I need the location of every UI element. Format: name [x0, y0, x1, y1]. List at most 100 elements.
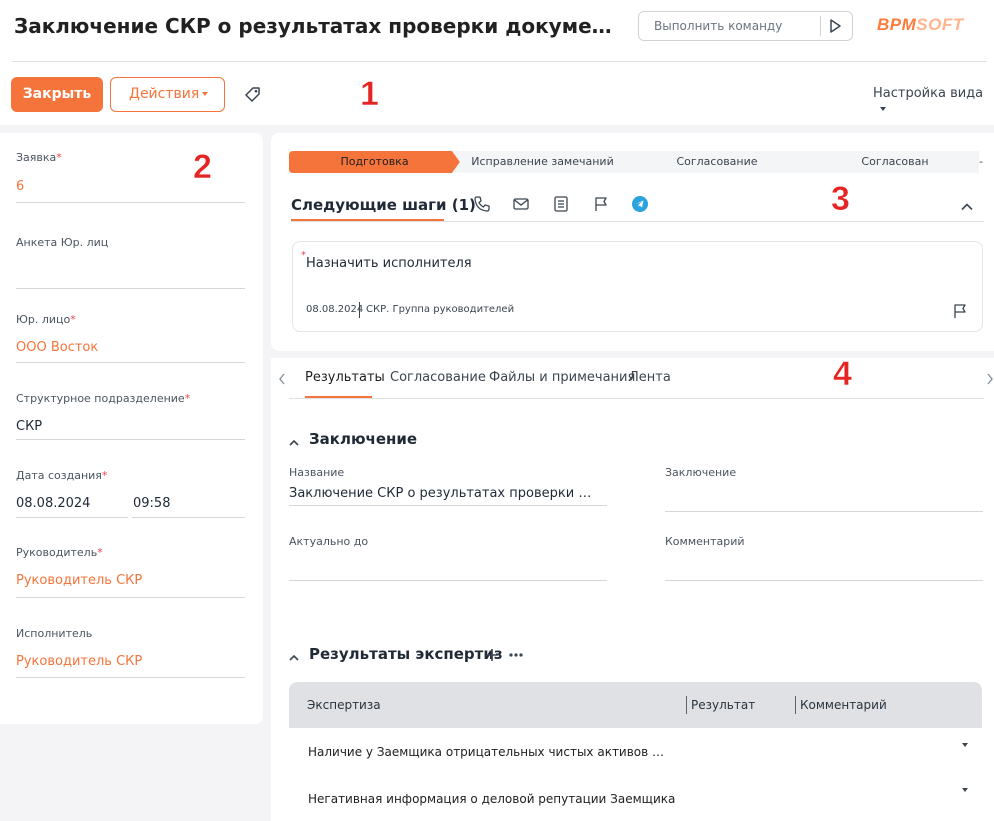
field-label: Анкета Юр. лиц — [16, 236, 109, 249]
date-underline — [16, 517, 128, 518]
chevron-down-icon[interactable] — [962, 743, 968, 747]
chevron-left-icon[interactable] — [277, 371, 287, 390]
actions-label: Действия — [129, 86, 200, 102]
field-conclusion[interactable]: Заключение — [665, 466, 983, 512]
header-divider — [12, 61, 987, 62]
telegram-icon[interactable] — [631, 195, 649, 217]
add-icon[interactable] — [485, 647, 499, 666]
main-content: Результаты Согласование Файлы и примечан… — [271, 358, 994, 821]
field-value[interactable]: Заключение СКР о результатах проверки до… — [289, 486, 594, 501]
field-value[interactable]: СКР — [16, 419, 42, 434]
chevron-up-icon[interactable] — [288, 648, 300, 667]
field-underline — [16, 677, 245, 678]
phone-icon[interactable] — [473, 195, 491, 217]
view-settings-button[interactable]: Настройка вида — [873, 86, 994, 116]
field-comment[interactable]: Комментарий — [665, 535, 983, 581]
chevron-down-icon — [202, 92, 208, 96]
time-value[interactable]: 09:58 — [133, 496, 170, 511]
field-legal-entity[interactable]: Юр. лицо* ООО Восток — [16, 313, 245, 363]
field-label: Заключение — [665, 466, 737, 479]
field-value[interactable]: Руководитель СКР — [16, 654, 142, 669]
tab-feed[interactable]: Лента — [629, 370, 671, 385]
field-underline — [665, 511, 983, 512]
field-label: Руководитель* — [16, 546, 103, 559]
field-value[interactable]: 6 — [16, 179, 24, 194]
annotation-marker-3: 3 — [831, 180, 850, 219]
stage-item[interactable]: Согласован — [805, 151, 985, 173]
chevron-right-icon[interactable] — [985, 371, 994, 390]
annotation-marker-2: 2 — [193, 148, 212, 187]
field-value[interactable]: ООО Восток — [16, 340, 98, 355]
tab-files[interactable]: Файлы и примечания — [489, 370, 635, 385]
table-header: Экспертиза Результат Комментарий — [289, 682, 982, 728]
task-date: 08.08.2024 — [306, 304, 364, 315]
field-label: Актуально до — [289, 535, 369, 548]
conclusion-section-title[interactable]: Заключение — [309, 430, 417, 448]
field-executor[interactable]: Исполнитель Руководитель СКР — [16, 627, 245, 678]
active-tab-underline — [305, 396, 372, 398]
field-underline — [16, 362, 245, 363]
command-placeholder: Выполнить команду — [654, 19, 783, 33]
task-list-icon[interactable] — [552, 195, 570, 217]
email-icon[interactable] — [512, 195, 530, 217]
date-value[interactable]: 08.08.2024 — [16, 496, 90, 511]
flag-icon[interactable] — [592, 195, 610, 217]
expertise-section-title[interactable]: Результаты экспертиз — [309, 645, 503, 663]
next-steps-title[interactable]: Следующие шаги (1) — [291, 196, 476, 214]
chevron-down-icon[interactable] — [962, 788, 968, 792]
field-manager[interactable]: Руководитель* Руководитель СКР — [16, 546, 245, 598]
field-value[interactable]: Руководитель СКР — [16, 573, 142, 588]
play-icon[interactable] — [828, 18, 842, 38]
time-underline — [132, 517, 245, 518]
field-department[interactable]: Структурное подразделение* СКР — [16, 392, 245, 440]
stage-item[interactable]: Подготовка — [289, 151, 460, 173]
close-button[interactable]: Закрыть — [11, 77, 103, 112]
details-panel: Заявка* 6 Анкета Юр. лиц Юр. лицо* ООО В… — [0, 133, 263, 724]
field-underline — [16, 597, 245, 598]
field-underline — [16, 288, 245, 289]
chevron-up-icon[interactable] — [960, 199, 974, 218]
column-header-expertise[interactable]: Экспертиза — [307, 698, 381, 712]
field-label: Юр. лицо* — [16, 313, 76, 326]
more-icon[interactable] — [508, 647, 524, 666]
tab-results[interactable]: Результаты — [305, 370, 385, 385]
command-separator — [820, 16, 821, 36]
page-title: Заключение СКР о результатах проверки до… — [14, 14, 624, 38]
field-name[interactable]: Название Заключение СКР о результатах пр… — [289, 466, 607, 506]
field-label: Комментарий — [665, 535, 745, 548]
task-title[interactable]: Назначить исполнителя — [306, 256, 472, 271]
column-separator[interactable] — [686, 696, 687, 714]
stage-item[interactable]: Согласование — [629, 151, 805, 173]
field-created-date[interactable]: Дата создания* 08.08.2024 09:58 — [16, 469, 245, 518]
chevron-up-icon[interactable] — [288, 433, 300, 452]
task-meta-separator — [359, 302, 360, 318]
stages-panel: Подготовка Исправление замечаний Согласо… — [271, 133, 994, 351]
field-underline — [289, 580, 607, 581]
field-label: Дата создания* — [16, 469, 108, 482]
task-group: СКР. Группа руководителей — [366, 304, 515, 315]
column-separator[interactable] — [795, 696, 796, 714]
field-underline — [289, 505, 607, 506]
field-underline — [16, 439, 245, 440]
table-row[interactable]: Наличие у Заемщика отрицательных чистых … — [308, 745, 668, 759]
task-card[interactable]: * Назначить исполнителя 08.08.2024 СКР. … — [292, 241, 983, 332]
tabs-divider — [289, 398, 984, 399]
command-input[interactable]: Выполнить команду — [638, 11, 853, 41]
field-label: Исполнитель — [16, 627, 93, 640]
tag-icon[interactable] — [243, 85, 263, 109]
field-underline — [665, 580, 983, 581]
next-steps-divider — [291, 221, 984, 222]
table-row[interactable]: Негативная информация о деловой репутаци… — [308, 792, 675, 806]
column-header-result[interactable]: Результат — [691, 698, 755, 712]
field-label: Структурное подразделение* — [16, 392, 191, 405]
field-label: Название — [289, 466, 345, 479]
field-valid-until[interactable]: Актуально до — [289, 535, 607, 581]
stage-more[interactable]: - — [974, 151, 988, 173]
flag-icon[interactable] — [951, 302, 969, 324]
field-legal-questionnaire[interactable]: Анкета Юр. лиц — [16, 236, 245, 289]
stage-item[interactable]: Исправление замечаний — [456, 151, 629, 173]
tab-approval[interactable]: Согласование — [390, 370, 486, 385]
actions-button[interactable]: Действия — [110, 77, 225, 112]
next-steps-underline — [291, 219, 444, 221]
column-header-comment[interactable]: Комментарий — [800, 698, 887, 712]
